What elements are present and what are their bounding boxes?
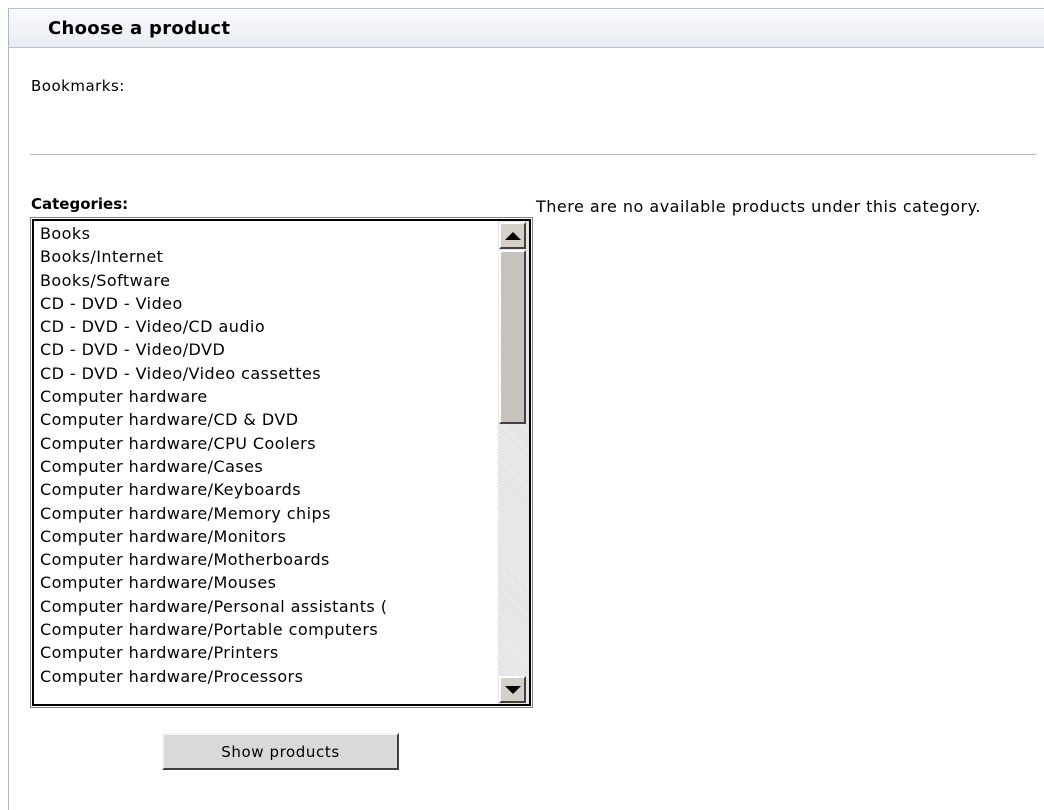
categories-list: Books Books/Internet Books/Software CD -…: [34, 222, 490, 688]
scroll-down-button[interactable]: [499, 676, 526, 703]
category-item[interactable]: Computer hardware/Monitors: [34, 525, 490, 548]
categories-listbox[interactable]: Books Books/Internet Books/Software CD -…: [30, 217, 533, 708]
show-products-button[interactable]: Show products: [162, 733, 399, 770]
category-item[interactable]: CD - DVD - Video/DVD: [34, 338, 490, 361]
category-item[interactable]: Computer hardware/CD & DVD: [34, 408, 490, 431]
category-item[interactable]: Computer hardware/Portable computers: [34, 618, 490, 641]
category-item[interactable]: Books/Software: [34, 269, 490, 292]
category-item[interactable]: Books: [34, 222, 490, 245]
category-item[interactable]: Computer hardware/Personal assistants (: [34, 595, 490, 618]
category-item[interactable]: Computer hardware: [34, 385, 490, 408]
scroll-up-button[interactable]: [499, 222, 526, 249]
category-item[interactable]: CD - DVD - Video/CD audio: [34, 315, 490, 338]
triangle-down-icon: [504, 685, 521, 694]
categories-scrollbar[interactable]: [498, 221, 529, 704]
category-item[interactable]: Computer hardware/Memory chips: [34, 502, 490, 525]
page-title: Choose a product: [48, 18, 231, 39]
title-bar: Choose a product: [8, 8, 1044, 48]
category-item[interactable]: Computer hardware/Motherboards: [34, 548, 490, 571]
category-item[interactable]: CD - DVD - Video: [34, 292, 490, 315]
categories-label: Categories:: [31, 195, 129, 213]
categories-listbox-frame: Books Books/Internet Books/Software CD -…: [32, 219, 531, 706]
scrollbar-thumb[interactable]: [499, 250, 526, 424]
category-item[interactable]: Computer hardware/Processors: [34, 665, 490, 688]
category-item[interactable]: Books/Internet: [34, 245, 490, 268]
category-item[interactable]: Computer hardware/Mouses: [34, 571, 490, 594]
category-item[interactable]: Computer hardware/Keyboards: [34, 478, 490, 501]
category-item[interactable]: CD - DVD - Video/Video cassettes: [34, 362, 490, 385]
triangle-up-icon: [504, 231, 521, 240]
category-item[interactable]: Computer hardware/CPU Coolers: [34, 432, 490, 455]
no-products-message: There are no available products under th…: [536, 197, 981, 216]
section-divider: [30, 154, 1036, 155]
bookmarks-label: Bookmarks:: [31, 77, 125, 95]
category-item[interactable]: Computer hardware/Cases: [34, 455, 490, 478]
category-item[interactable]: Computer hardware/Printers: [34, 641, 490, 664]
